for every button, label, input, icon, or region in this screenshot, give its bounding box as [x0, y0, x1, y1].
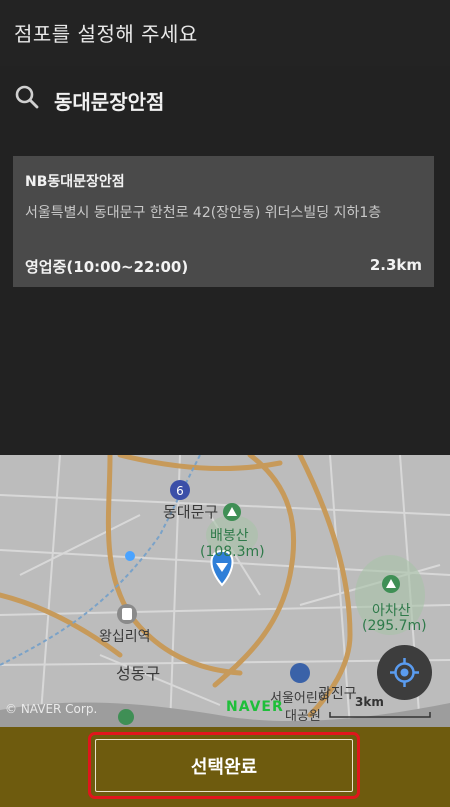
map-label-district: 광진구	[318, 686, 357, 702]
store-name: NB동대문장안점	[25, 174, 125, 190]
page-title: 점포를 설정해 주세요	[14, 22, 198, 46]
header-bar: 점포를 설정해 주세요	[0, 0, 450, 66]
map-scale: 3km	[355, 695, 384, 709]
confirm-button-label: 선택완료	[95, 739, 353, 792]
svg-text:6: 6	[176, 484, 184, 498]
naver-logo: NAVER	[226, 699, 284, 715]
map-label-district: 성동구	[116, 664, 161, 683]
store-card[interactable]: NB동대문장안점 서울특별시 동대문구 한천로 42(장안동) 위더스빌딩 지하…	[13, 156, 434, 287]
map-label-mountain: 배봉산	[210, 528, 249, 544]
search-icon	[15, 85, 39, 109]
map-label-mountain-height: (295.7m)	[362, 618, 427, 634]
store-distance: 2.3km	[369, 256, 422, 274]
target-icon	[390, 658, 419, 687]
map-label-station: 왕십리역	[99, 629, 151, 645]
map-view[interactable]: 6 동대문구 배봉산 (108.3m) 왕십리역 성동구 아차산 (295.7m…	[0, 455, 450, 727]
search-bar[interactable]: 동대문장안점	[0, 72, 450, 128]
search-input[interactable]: 동대문장안점	[54, 86, 164, 115]
confirm-selection-button[interactable]: 선택완료	[88, 732, 360, 799]
store-hours: 영업중(10:00~22:00)	[25, 258, 189, 276]
map-label-district: 동대문구	[163, 503, 219, 521]
map-label-mountain-height: (108.3m)	[200, 544, 265, 560]
map-label-park: 대공원	[285, 709, 321, 724]
map-copyright: © NAVER Corp.	[5, 702, 98, 716]
footer-bar: 선택완료	[0, 727, 450, 807]
store-address: 서울특별시 동대문구 한천로 42(장안동) 위더스빌딩 지하1층	[25, 205, 382, 221]
map-label-mountain: 아차산	[372, 603, 411, 619]
current-location-button[interactable]	[377, 645, 432, 700]
